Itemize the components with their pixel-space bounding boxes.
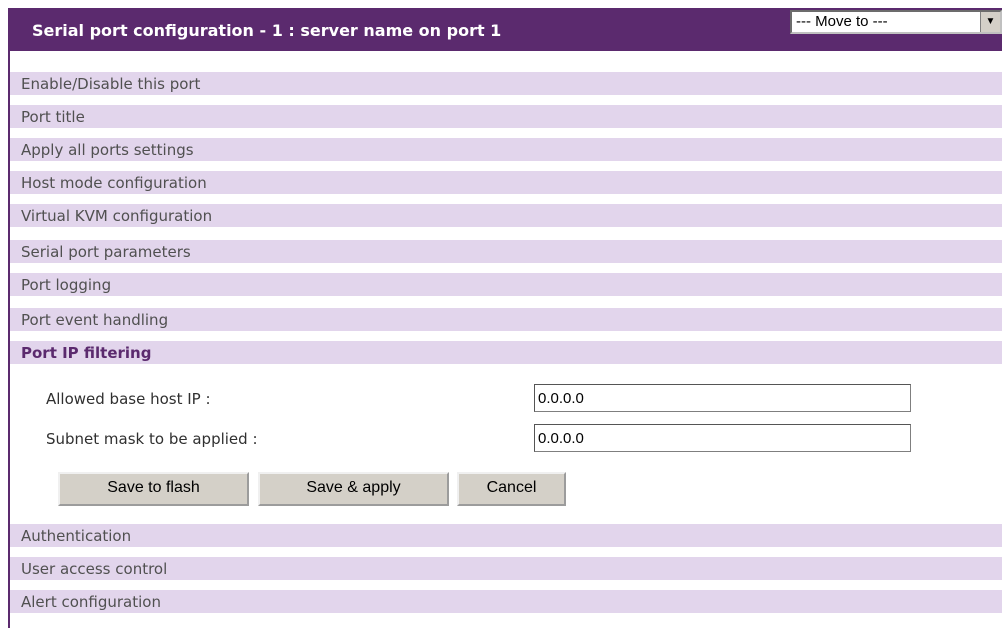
section-virtual-kvm[interactable]: Virtual KVM configuration: [10, 204, 1002, 227]
section-label: User access control: [21, 560, 168, 578]
section-authentication[interactable]: Authentication: [10, 524, 1002, 547]
subnet-mask-input[interactable]: [534, 424, 911, 452]
section-port-event-handling[interactable]: Port event handling: [10, 308, 1002, 331]
section-serial-port-parameters[interactable]: Serial port parameters: [10, 240, 1002, 263]
allowed-host-ip-label: Allowed base host IP :: [46, 390, 211, 408]
section-label: Host mode configuration: [21, 174, 207, 192]
section-port-ip-filtering[interactable]: Port IP filtering: [10, 341, 1002, 364]
save-and-apply-button[interactable]: Save & apply: [258, 472, 449, 506]
page-title: Serial port configuration - 1 : server n…: [32, 21, 502, 40]
chevron-down-icon[interactable]: ▼: [980, 12, 1000, 32]
section-label: Authentication: [21, 527, 132, 545]
section-port-title[interactable]: Port title: [10, 105, 1002, 128]
section-label: Alert configuration: [21, 593, 161, 611]
move-to-select[interactable]: --- Move to --- ▼: [790, 10, 1002, 34]
section-label: Virtual KVM configuration: [21, 207, 213, 225]
move-to-value: --- Move to ---: [796, 13, 888, 30]
section-user-access-control[interactable]: User access control: [10, 557, 1002, 580]
save-to-flash-button[interactable]: Save to flash: [58, 472, 249, 506]
cancel-button[interactable]: Cancel: [457, 472, 566, 506]
section-enable-disable[interactable]: Enable/Disable this port: [10, 72, 1002, 95]
section-label: Serial port parameters: [21, 243, 191, 261]
subnet-mask-label: Subnet mask to be applied :: [46, 430, 258, 448]
section-apply-all-ports[interactable]: Apply all ports settings: [10, 138, 1002, 161]
section-label: Port IP filtering: [21, 344, 152, 362]
section-port-logging[interactable]: Port logging: [10, 273, 1002, 296]
allowed-host-ip-input[interactable]: [534, 384, 911, 412]
section-host-mode[interactable]: Host mode configuration: [10, 171, 1002, 194]
section-label: Enable/Disable this port: [21, 75, 201, 93]
section-label: Port title: [21, 108, 85, 126]
section-label: Port logging: [21, 276, 112, 294]
section-label: Port event handling: [21, 311, 169, 329]
section-alert-configuration[interactable]: Alert configuration: [10, 590, 1002, 613]
section-label: Apply all ports settings: [21, 141, 194, 159]
